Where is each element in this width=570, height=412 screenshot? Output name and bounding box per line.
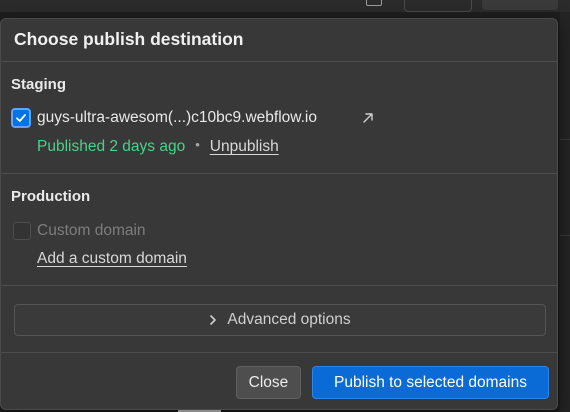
separator-dot: • [195,137,200,152]
publish-toolbar-button[interactable] [482,0,558,10]
unpublish-link[interactable]: Unpublish [210,138,279,155]
divider [1,285,557,286]
add-custom-domain-link[interactable]: Add a custom domain [37,250,187,268]
divider [1,61,557,62]
right-panel-edge [560,12,570,412]
publish-destination-popover: Choose publish destination Staging guys-… [0,18,558,410]
advanced-options-label: Advanced options [227,311,351,328]
close-button[interactable]: Close [236,366,301,399]
external-link-icon[interactable] [361,111,375,125]
staging-section-title: Staging [11,76,66,93]
advanced-options-button[interactable]: Advanced options [14,304,546,336]
checkmark-icon [16,114,26,122]
custom-domain-checkbox [13,222,31,240]
divider [1,352,557,353]
popover-title: Choose publish destination [14,29,244,49]
staging-status-row: Published 2 days ago • Unpublish [37,137,279,156]
staging-domain-name: guys-ultra-awesom(...)c10bc9.webflow.io [37,109,317,126]
production-section-title: Production [11,188,91,205]
divider [1,173,557,174]
toolbar-button[interactable] [404,0,472,12]
staging-domain-checkbox[interactable] [12,109,30,127]
publish-selected-button[interactable]: Publish to selected domains [312,366,549,399]
preview-icon[interactable] [366,0,382,6]
designer-canvas: Choose publish destination Staging guys-… [0,0,570,412]
published-status: Published 2 days ago [37,138,186,155]
chevron-right-icon [210,315,217,325]
custom-domain-label: Custom domain [37,222,146,239]
